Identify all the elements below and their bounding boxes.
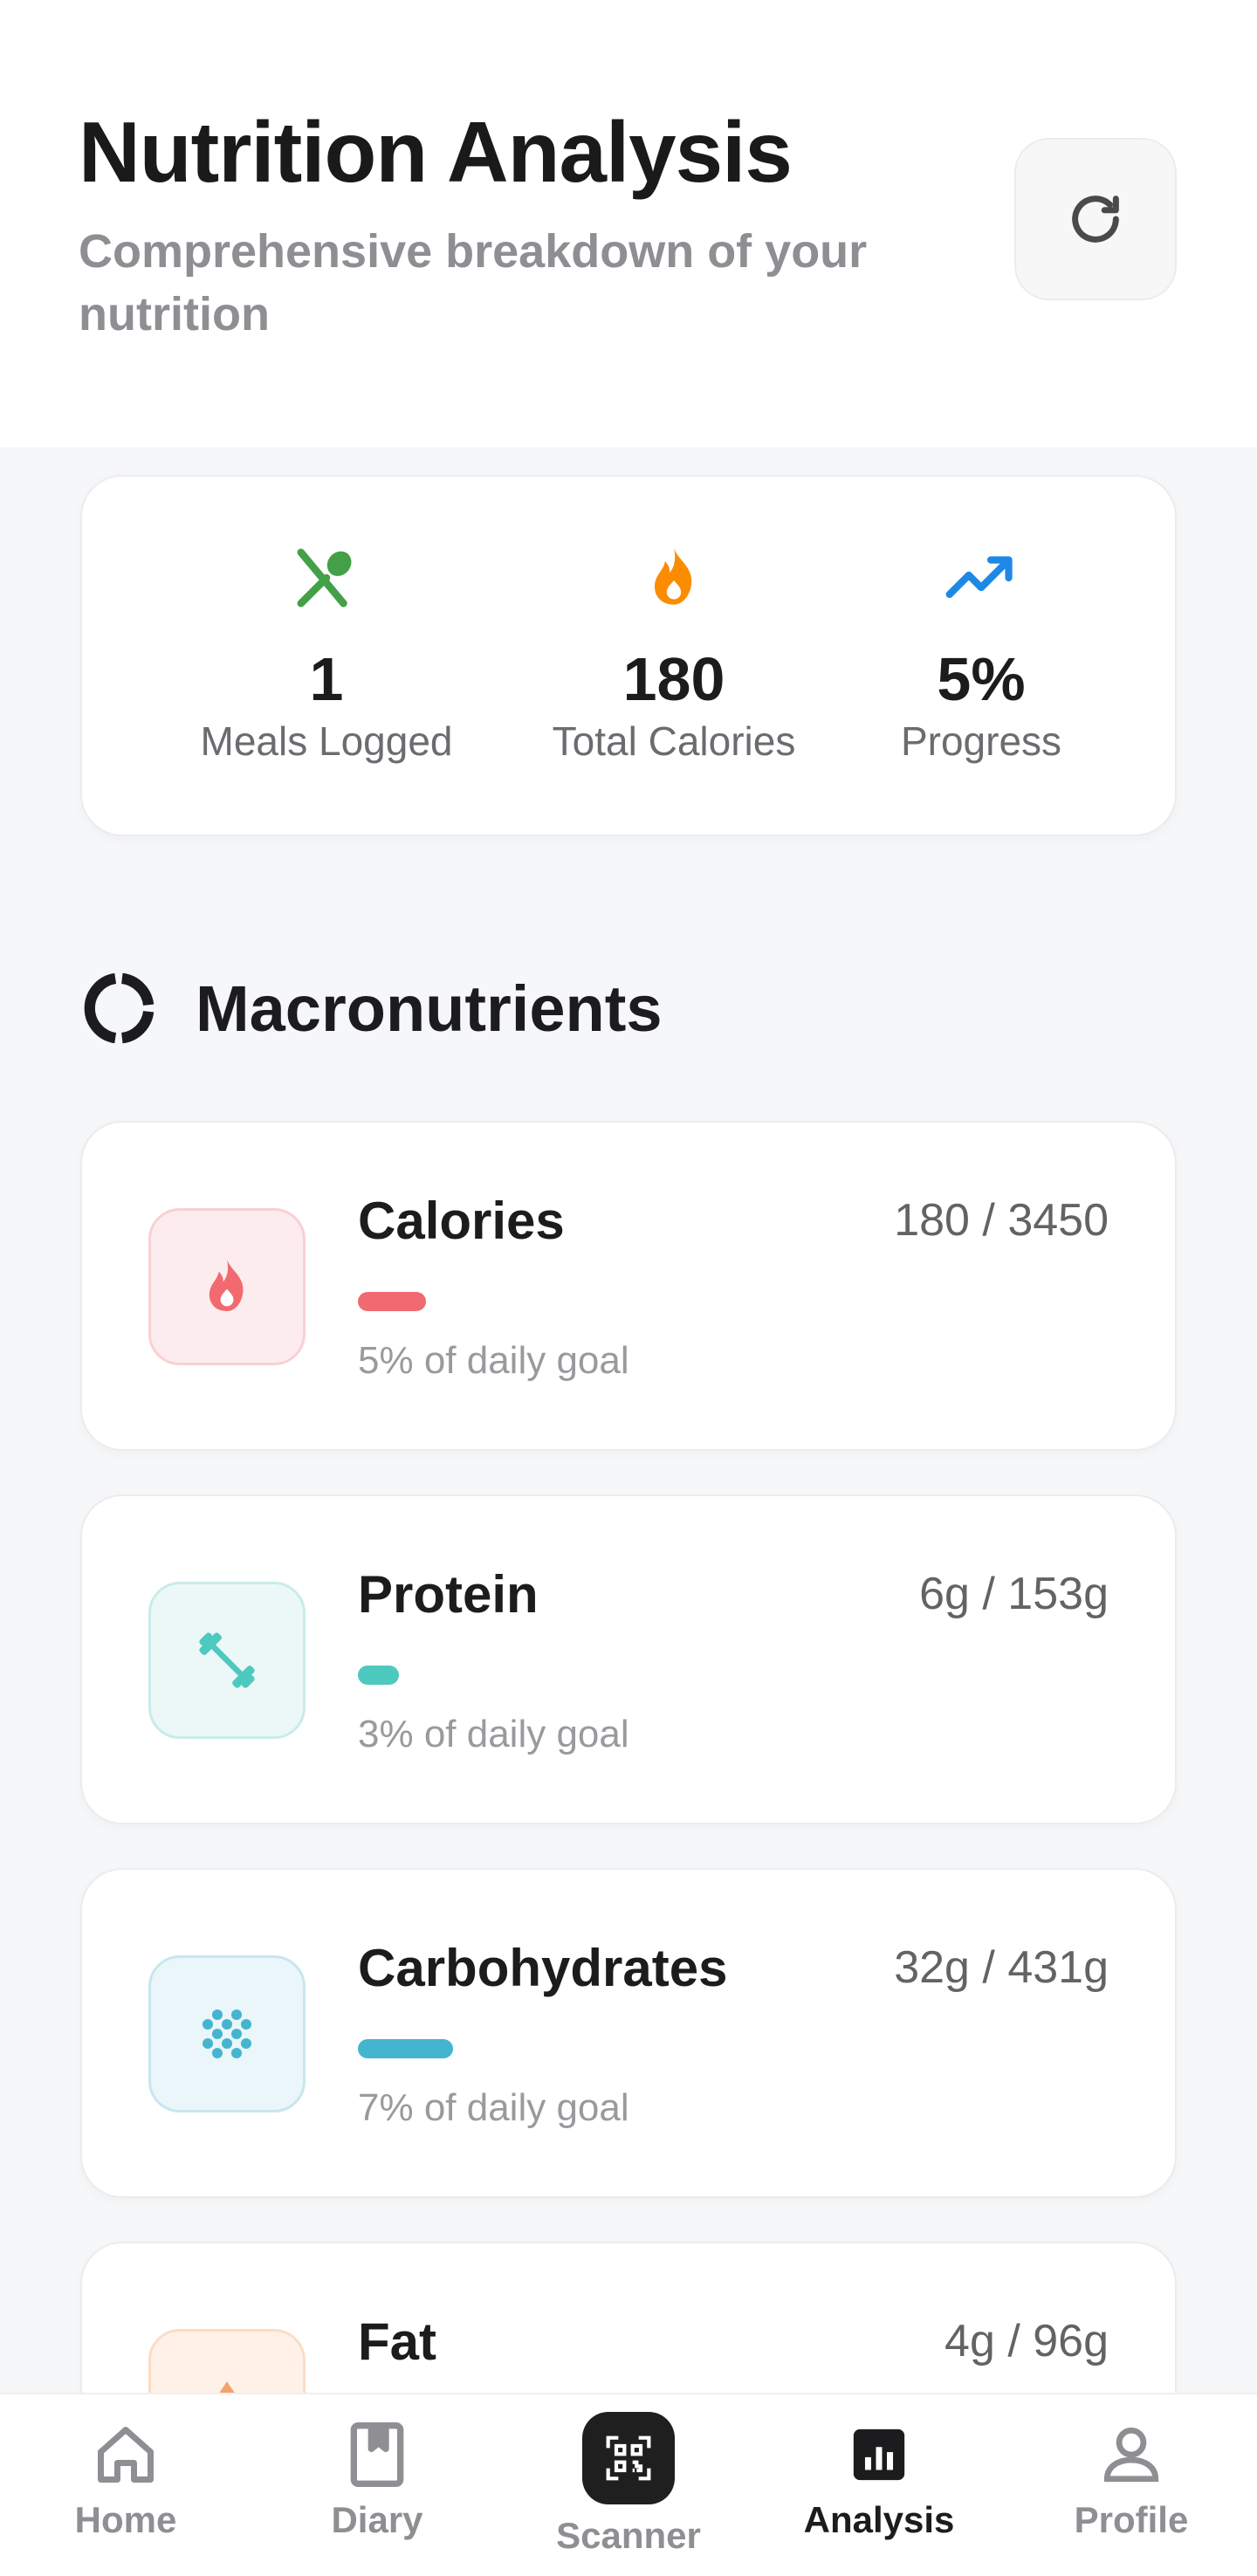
nutrition-analysis-screen: Nutrition Analysis Comprehensive breakdo… [0, 0, 1257, 2576]
bottom-nav: Home Diary Scanner Analysis Profile [0, 2393, 1257, 2576]
macro-name: Carbohydrates [358, 1939, 728, 1997]
summary-stats-card: 1 Meals Logged 180 Total Calories 5% Pro… [80, 475, 1177, 836]
dumbbell-icon [199, 1632, 255, 1688]
nav-item-scanner[interactable]: Scanner [532, 2412, 725, 2557]
trending-up-icon [945, 556, 1013, 599]
macro-goal-text: 7% of daily goal [358, 2086, 629, 2129]
flame-icon [654, 547, 692, 605]
header: Nutrition Analysis Comprehensive breakdo… [0, 0, 1257, 447]
bar-chart-icon [853, 2428, 905, 2481]
progress-bar [358, 1666, 1112, 1685]
nav-item-home[interactable]: Home [30, 2417, 222, 2541]
flame-icon [209, 1259, 244, 1311]
utensils-icon [297, 548, 352, 608]
qr-scanner-icon [606, 2435, 651, 2481]
progress-bar [358, 1292, 1112, 1311]
nav-item-diary[interactable]: Diary [281, 2417, 473, 2541]
book-icon [350, 2422, 404, 2487]
macro-icon-box [148, 1955, 306, 2112]
stat-value: 5% [937, 645, 1026, 713]
scanner-button[interactable] [582, 2412, 675, 2504]
macro-amount: 6g / 153g [919, 1569, 1109, 1619]
progress-bar-fill [358, 2039, 453, 2058]
macro-name: Protein [358, 1565, 539, 1624]
grain-icon [202, 2009, 252, 2059]
macro-name: Calories [358, 1192, 565, 1250]
macro-amount: 32g / 431g [894, 1942, 1109, 1993]
stat-label: Total Calories [552, 718, 796, 764]
section-title: Macronutrients [196, 972, 663, 1045]
donut-chart-icon [84, 972, 155, 1044]
stat-meals-logged: 1 Meals Logged [169, 545, 484, 766]
macro-goal-text: 5% of daily goal [358, 1339, 629, 1382]
home-icon [98, 2427, 154, 2483]
nav-label: Analysis [803, 2499, 955, 2540]
progress-bar-fill [358, 1666, 399, 1685]
progress-bar-fill [358, 1292, 426, 1311]
macro-card-carbohydrates[interactable]: Carbohydrates 32g / 431g 7% of daily goa… [80, 1868, 1177, 2198]
nav-label: Scanner [556, 2515, 701, 2556]
macro-amount: 180 / 3450 [894, 1195, 1109, 1246]
stat-label: Meals Logged [200, 718, 453, 764]
stat-value: 180 [622, 645, 725, 713]
macro-name: Fat [358, 2312, 436, 2371]
nav-label: Home [74, 2499, 177, 2540]
stat-progress: 5% Progress [824, 545, 1138, 766]
refresh-button[interactable] [1014, 138, 1177, 300]
stat-value: 1 [309, 645, 344, 713]
nav-item-profile[interactable]: Profile [1035, 2417, 1227, 2541]
macronutrients-header: Macronutrients [79, 969, 663, 1048]
macro-icon-box [148, 1582, 306, 1739]
macro-card-calories[interactable]: Calories 180 / 3450 5% of daily goal [80, 1121, 1177, 1451]
macro-amount: 4g / 96g [944, 2316, 1109, 2366]
page-subtitle: Comprehensive breakdown of your nutritio… [79, 225, 868, 340]
nav-item-analysis[interactable]: Analysis [783, 2417, 975, 2541]
page-title: Nutrition Analysis [79, 104, 793, 200]
progress-bar [358, 2039, 1112, 2058]
user-icon [1103, 2427, 1159, 2483]
refresh-icon [1072, 196, 1119, 243]
nav-label: Diary [331, 2499, 423, 2540]
macro-card-protein[interactable]: Protein 6g / 153g 3% of daily goal [80, 1494, 1177, 1824]
macro-icon-box [148, 1208, 306, 1365]
macro-goal-text: 3% of daily goal [358, 1713, 629, 1755]
stat-total-calories: 180 Total Calories [517, 545, 831, 766]
stat-label: Progress [900, 718, 1062, 764]
nav-label: Profile [1074, 2499, 1189, 2540]
